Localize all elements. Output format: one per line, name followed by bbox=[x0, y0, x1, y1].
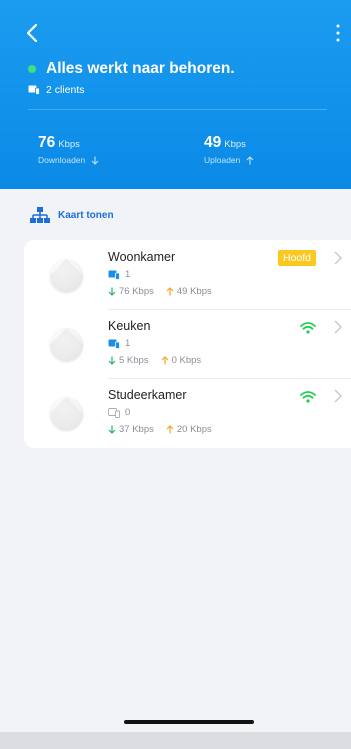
node-clients-count: 1 bbox=[125, 269, 131, 280]
node-down-speed: 76 Kbps bbox=[119, 286, 154, 297]
node-clients: 1 bbox=[108, 269, 130, 280]
bottom-band bbox=[0, 732, 351, 749]
node-speeds: 37 Kbps 20 Kbps bbox=[108, 424, 212, 435]
chevron-right-icon bbox=[334, 389, 342, 403]
status-text: Alles werkt naar behoren. bbox=[46, 60, 235, 77]
download-unit: Kbps bbox=[58, 139, 80, 150]
wifi-icon bbox=[300, 391, 316, 403]
home-indicator[interactable] bbox=[124, 720, 254, 724]
node-item-studeerkamer[interactable]: Studeerkamer 0 37 Kbps 20 Kbps bbox=[24, 378, 351, 447]
deco-unit-icon bbox=[50, 397, 83, 430]
node-item-woonkamer[interactable]: Woonkamer Hoofd 1 76 Kbps 49 Kbps bbox=[24, 240, 351, 309]
clients-count: 2 clients bbox=[46, 84, 85, 96]
back-icon[interactable] bbox=[22, 22, 44, 44]
arrow-up-icon bbox=[166, 425, 174, 434]
header-divider bbox=[28, 109, 327, 110]
devices-icon bbox=[28, 85, 40, 95]
arrow-down-icon bbox=[108, 287, 116, 296]
upload-unit: Kbps bbox=[224, 139, 246, 150]
more-vertical-icon[interactable] bbox=[333, 22, 343, 44]
chevron-right-icon bbox=[334, 320, 342, 334]
upload-stat: 49 Kbps Uploaden bbox=[204, 134, 254, 165]
clients-summary[interactable]: 2 clients bbox=[28, 84, 85, 96]
network-tree-icon bbox=[30, 207, 50, 223]
node-clients: 1 bbox=[108, 338, 130, 349]
node-name: Studeerkamer bbox=[108, 388, 187, 402]
node-list: Woonkamer Hoofd 1 76 Kbps 49 Kbps Keuken bbox=[24, 240, 351, 448]
download-value: 76 bbox=[38, 134, 56, 151]
node-down-speed: 5 Kbps bbox=[119, 355, 149, 366]
arrow-up-icon bbox=[161, 356, 169, 365]
download-label: Downloaden bbox=[38, 155, 86, 165]
download-stat: 76 Kbps Downloaden bbox=[38, 134, 99, 165]
arrow-up-icon bbox=[247, 155, 254, 164]
devices-icon bbox=[108, 407, 120, 418]
node-item-keuken[interactable]: Keuken 1 5 Kbps 0 Kbps bbox=[24, 309, 351, 378]
node-clients-count: 0 bbox=[125, 407, 131, 418]
node-name: Woonkamer bbox=[108, 250, 176, 264]
devices-icon bbox=[108, 339, 120, 349]
status-ok-icon bbox=[28, 65, 36, 73]
chevron-right-icon bbox=[334, 251, 342, 265]
node-down-speed: 37 Kbps bbox=[119, 424, 154, 435]
upload-value: 49 bbox=[204, 134, 222, 151]
arrow-down-icon bbox=[91, 156, 99, 165]
status-row: Alles werkt naar behoren. bbox=[28, 60, 235, 78]
main-node-badge: Hoofd bbox=[278, 250, 317, 266]
node-up-speed: 20 Kbps bbox=[176, 424, 212, 435]
arrow-down-icon bbox=[108, 425, 116, 434]
deco-unit-icon bbox=[50, 259, 83, 292]
node-name: Keuken bbox=[108, 319, 151, 333]
show-map-link[interactable]: Kaart tonen bbox=[30, 207, 114, 223]
devices-icon bbox=[108, 270, 120, 280]
node-clients-count: 1 bbox=[125, 338, 131, 349]
wifi-icon bbox=[300, 322, 316, 334]
deco-unit-icon bbox=[50, 328, 83, 361]
node-clients: 0 bbox=[108, 407, 130, 418]
node-speeds: 5 Kbps 0 Kbps bbox=[108, 355, 201, 366]
node-speeds: 76 Kbps 49 Kbps bbox=[108, 286, 212, 297]
arrow-down-icon bbox=[108, 356, 116, 365]
node-up-speed: 49 Kbps bbox=[176, 286, 212, 297]
show-map-label: Kaart tonen bbox=[58, 209, 114, 221]
node-up-speed: 0 Kbps bbox=[171, 355, 202, 366]
header: Alles werkt naar behoren. 2 clients 76 Kb… bbox=[0, 0, 351, 189]
arrow-up-icon bbox=[166, 287, 174, 296]
upload-label: Uploaden bbox=[204, 155, 241, 165]
